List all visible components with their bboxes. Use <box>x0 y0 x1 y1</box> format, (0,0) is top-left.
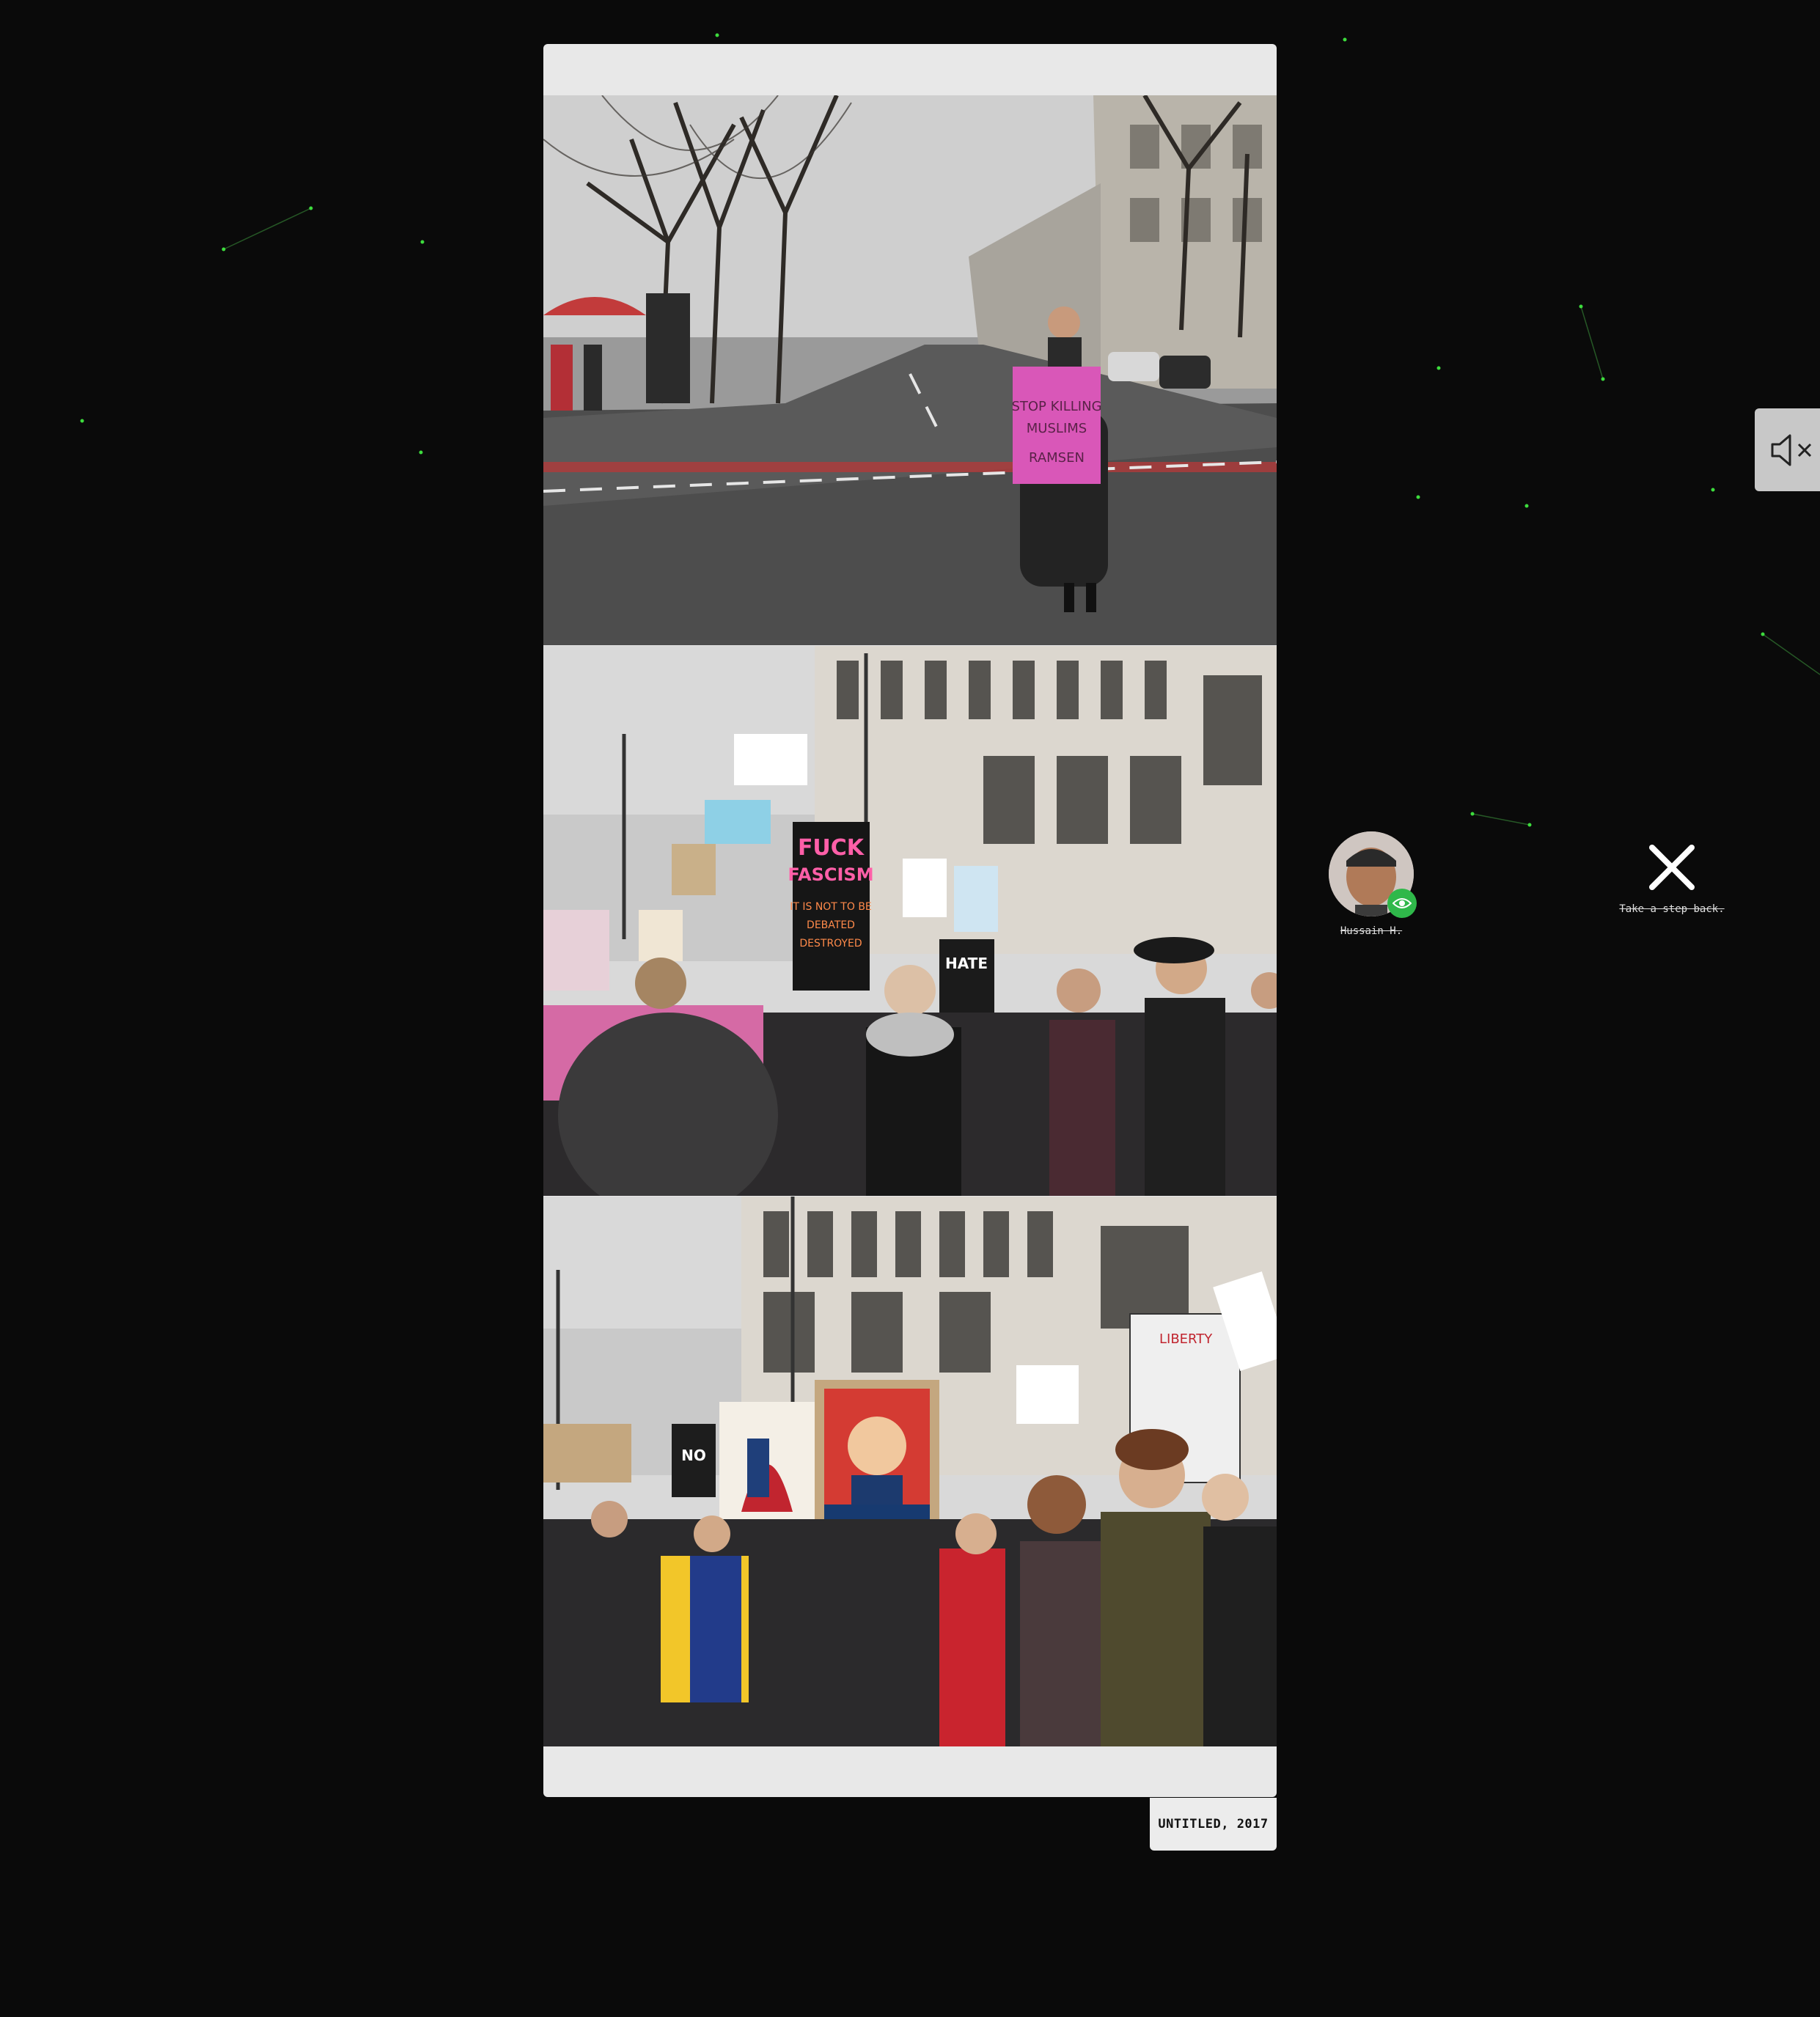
user-name[interactable]: Hussain H. <box>1329 925 1414 937</box>
step-back-button[interactable]: Take a step back. <box>1613 843 1731 915</box>
avatar[interactable] <box>1329 831 1417 918</box>
photo-card: STOP KILLING MUSLIMS RAMSEN FUCK FASCISM… <box>543 44 1277 1797</box>
eye-icon <box>1387 889 1417 918</box>
crowd-photo-image: FUCK FASCISM IT IS NOT TO BE DEBATED DES… <box>543 646 1277 1196</box>
svg-text:DESTROYED: DESTROYED <box>799 938 862 949</box>
svg-text:NO: NO <box>681 1447 706 1464</box>
speaker-muted-icon <box>1771 434 1812 466</box>
svg-text:DEBATED: DEBATED <box>807 919 855 931</box>
nope-photo-image: NO NOPE LIBERTY <box>543 1197 1277 1746</box>
mute-button[interactable] <box>1755 408 1820 491</box>
artwork-caption: UNTITLED, 2017 <box>1150 1798 1277 1851</box>
user-profile[interactable]: Hussain H. <box>1329 831 1417 937</box>
page-background: STOP KILLING MUSLIMS RAMSEN FUCK FASCISM… <box>0 0 1820 2017</box>
close-icon[interactable] <box>1648 843 1696 892</box>
crowd-protest-photo[interactable]: FUCK FASCISM IT IS NOT TO BE DEBATED DES… <box>543 646 1277 1196</box>
svg-text:FUCK: FUCK <box>798 835 865 861</box>
svg-text:HATE: HATE <box>945 955 988 972</box>
svg-text:MUSLIMS: MUSLIMS <box>1027 421 1087 436</box>
step-back-label[interactable]: Take a step back. <box>1613 903 1731 915</box>
street-photo-image: STOP KILLING MUSLIMS RAMSEN <box>543 95 1277 645</box>
svg-text:FASCISM: FASCISM <box>788 864 873 885</box>
street-protest-photo[interactable]: STOP KILLING MUSLIMS RAMSEN <box>543 95 1277 645</box>
svg-text:IT IS NOT TO BE: IT IS NOT TO BE <box>790 901 872 913</box>
nope-protest-photo[interactable]: NO NOPE LIBERTY <box>543 1197 1277 1746</box>
svg-text:STOP KILLING: STOP KILLING <box>1011 399 1101 414</box>
svg-text:LIBERTY: LIBERTY <box>1159 1331 1213 1347</box>
svg-text:RAMSEN: RAMSEN <box>1029 450 1085 466</box>
